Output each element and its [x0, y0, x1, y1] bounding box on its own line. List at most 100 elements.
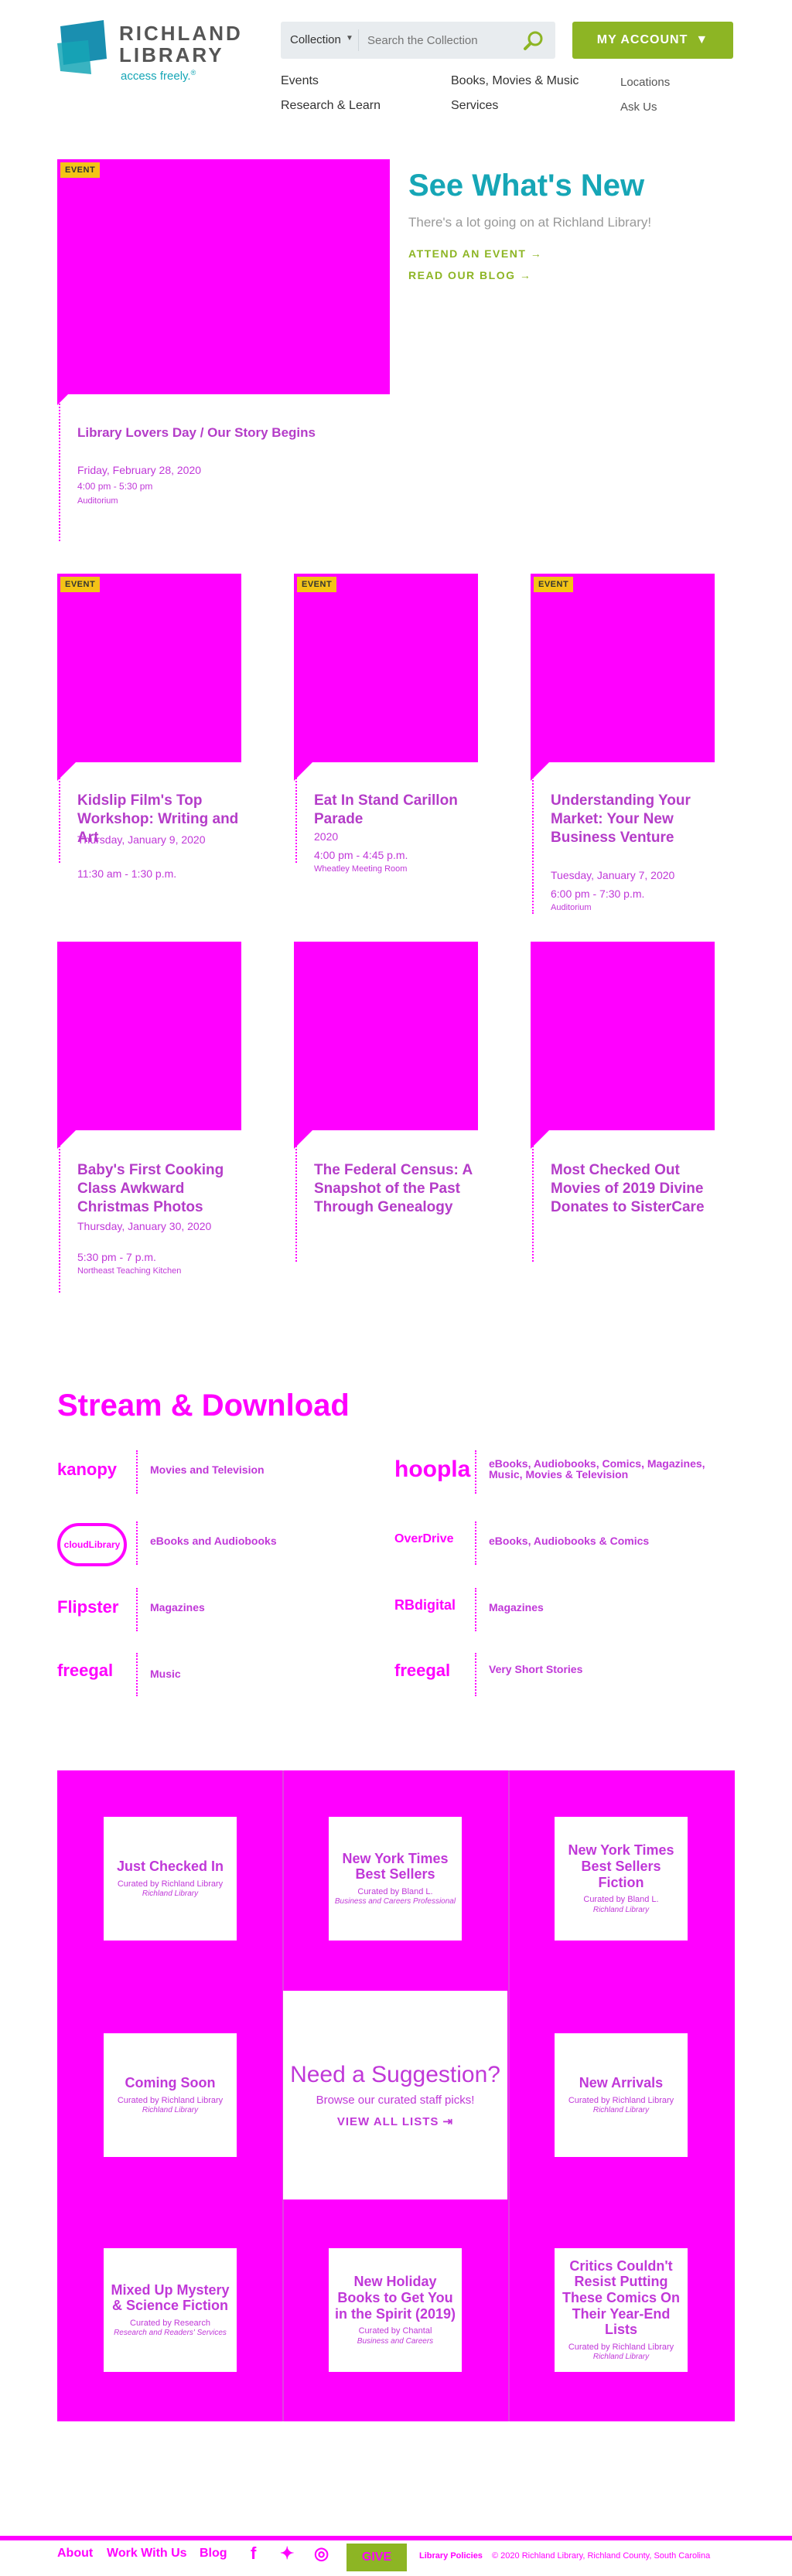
event-title[interactable]: Eat In Stand Carillon Parade	[314, 792, 476, 829]
logo-line2: LIBRARY	[119, 43, 224, 66]
blog-dotted-line	[295, 1130, 297, 1262]
freegal-logo-icon[interactable]: freegal	[57, 1661, 113, 1681]
whats-new-subtitle: There's a lot going on at Richland Libra…	[408, 215, 652, 230]
event-date: 2020	[314, 830, 339, 843]
featured-time: 4:00 pm - 5:30 pm	[77, 481, 153, 492]
list-card[interactable]: Just Checked In Curated by Richland Libr…	[104, 1817, 237, 1941]
event-card-image[interactable]	[531, 574, 715, 762]
nav-events[interactable]: Events	[281, 74, 319, 88]
service-desc: eBooks, Audiobooks & Comics	[489, 1535, 650, 1547]
list-org: Richland Library	[592, 2105, 650, 2114]
blog-card-image[interactable]	[531, 942, 715, 1130]
service-divider	[136, 1450, 138, 1494]
list-card[interactable]: New Arrivals Curated by Richland Library…	[555, 2033, 688, 2157]
list-card[interactable]: Coming Soon Curated by Richland Library …	[104, 2033, 237, 2157]
event-time: 4:00 pm - 4:45 p.m.	[314, 849, 408, 861]
service-desc: eBooks and Audiobooks	[150, 1535, 277, 1547]
hoopla-logo-icon[interactable]: hoopla	[394, 1457, 470, 1483]
event-time: 11:30 am - 1:30 p.m.	[77, 867, 177, 880]
chevron-down-icon[interactable]: ▼	[346, 34, 353, 43]
search-icon[interactable]	[522, 29, 545, 53]
list-title: Coming Soon	[125, 2075, 216, 2091]
read-blog-link[interactable]: READ OUR BLOG →	[408, 269, 531, 281]
service-divider	[475, 1653, 476, 1696]
service-divider	[475, 1521, 476, 1565]
featured-image-notch	[57, 379, 84, 405]
view-all-lists-link[interactable]: VIEW ALL LISTS ⇥	[337, 2114, 453, 2128]
list-title: Critics Couldn't Resist Putting These Co…	[562, 2257, 681, 2338]
nav-research-learn[interactable]: Research & Learn	[281, 99, 381, 113]
need-suggestion-subtitle: Browse our curated staff picks!	[316, 2094, 475, 2107]
event-dotted-line	[532, 762, 534, 914]
nav-locations[interactable]: Locations	[620, 76, 670, 89]
footer-copyright: © 2020 Richland Library, Richland County…	[492, 2551, 711, 2561]
list-curator: Curated by Richland Library	[568, 2095, 674, 2105]
nav-services[interactable]: Services	[451, 99, 498, 113]
list-org: Richland Library	[592, 2353, 650, 2362]
service-desc: Music	[150, 1668, 181, 1680]
featured-date: Friday, February 28, 2020	[77, 464, 202, 476]
facebook-icon[interactable]: f	[251, 2544, 256, 2564]
instagram-icon[interactable]: ◎	[314, 2544, 329, 2564]
service-desc: eBooks, Audiobooks, Comics, Magazines, M…	[489, 1457, 705, 1481]
list-curator: Curated by Richland Library	[568, 2343, 674, 2353]
event-badge: EVENT	[534, 577, 574, 592]
blog-title[interactable]: Baby's First Cooking Class Awkward Chris…	[77, 1161, 240, 1216]
footer-link-work[interactable]: Work With Us	[107, 2547, 187, 2561]
event-card-image[interactable]	[57, 574, 241, 762]
featured-badge: EVENT	[60, 162, 101, 178]
list-card[interactable]: Mixed Up Mystery & Science Fiction Curat…	[104, 2248, 237, 2372]
give-button[interactable]: GIVE	[346, 2544, 407, 2571]
freegal-logo-icon[interactable]: freegal	[394, 1661, 450, 1681]
list-title: New Holiday Books to Get You in the Spir…	[334, 2274, 456, 2322]
service-divider	[136, 1521, 138, 1565]
logo-icon[interactable]	[57, 20, 110, 76]
footer-link-about[interactable]: About	[57, 2547, 93, 2561]
list-title: New York Times Best Sellers	[342, 1850, 449, 1883]
event-room: Wheatley Meeting Room	[314, 864, 408, 874]
my-account-button[interactable]: MY ACCOUNT ▼	[572, 22, 733, 59]
event-card-image[interactable]	[294, 574, 478, 762]
footer-policies-link[interactable]: Library Policies	[419, 2551, 483, 2561]
footer-link-blog[interactable]: Blog	[200, 2547, 227, 2561]
list-card[interactable]: New York Times Best Sellers Curated by B…	[329, 1817, 462, 1941]
cloudlibrary-logo-icon[interactable]: cloudLibrary	[57, 1523, 127, 1566]
twitter-icon[interactable]: ✦	[280, 2544, 294, 2564]
blog-title[interactable]: The Federal Census: A Snapshot of the Pa…	[314, 1161, 476, 1216]
kanopy-logo-icon[interactable]: kanopy	[57, 1460, 117, 1480]
event-title[interactable]: Understanding Your Market: Your New Busi…	[551, 792, 713, 847]
list-org: Business and Careers	[357, 2336, 434, 2346]
service-divider	[136, 1588, 138, 1631]
list-card[interactable]: Critics Couldn't Resist Putting These Co…	[555, 2248, 688, 2372]
list-card[interactable]: New Holiday Books to Get You in the Spir…	[329, 2248, 462, 2372]
need-suggestion-title: Need a Suggestion?	[290, 2062, 500, 2087]
list-card[interactable]: New York Times Best Sellers Fiction Cura…	[555, 1817, 688, 1941]
service-divider	[475, 1588, 476, 1631]
event-time: 6:00 pm - 7:30 p.m.	[551, 888, 645, 900]
service-desc: Magazines	[489, 1601, 544, 1613]
search-scope-select[interactable]: Collection	[290, 33, 341, 46]
search-input[interactable]	[367, 31, 507, 49]
need-suggestion-box: Need a Suggestion? Browse our curated st…	[283, 1991, 507, 2199]
list-org: Richland Library	[592, 1905, 650, 1914]
nav-ask-us[interactable]: Ask Us	[620, 101, 657, 114]
list-curator: Curated by Richland Library	[117, 1879, 224, 1889]
blog-card-image[interactable]	[57, 942, 241, 1130]
whats-new-title: See What's New	[408, 169, 645, 203]
event-badge: EVENT	[297, 577, 337, 592]
list-org: Business and Careers Professional	[334, 1897, 456, 1906]
overdrive-logo-icon[interactable]: OverDrive	[394, 1532, 454, 1546]
search-bar: Collection ▼	[281, 22, 555, 59]
flipster-logo-icon[interactable]: Flipster	[57, 1597, 118, 1617]
list-curator: Curated by Bland L.	[583, 1895, 659, 1905]
blog-title[interactable]: Most Checked Out Movies of 2019 Divine D…	[551, 1161, 713, 1216]
attend-event-link[interactable]: ATTEND AN EVENT →	[408, 247, 542, 260]
featured-event-image[interactable]	[57, 159, 390, 394]
nav-books-movies-music[interactable]: Books, Movies & Music	[451, 74, 579, 88]
list-org: Research and Readers' Services	[114, 2329, 227, 2338]
caret-down-icon: ▼	[695, 33, 709, 46]
rbdigital-logo-icon[interactable]: RBdigital	[394, 1597, 456, 1613]
blog-card-image[interactable]	[294, 942, 478, 1130]
featured-title[interactable]: Library Lovers Day / Our Story Begins	[77, 425, 371, 441]
service-desc: Magazines	[150, 1601, 205, 1613]
